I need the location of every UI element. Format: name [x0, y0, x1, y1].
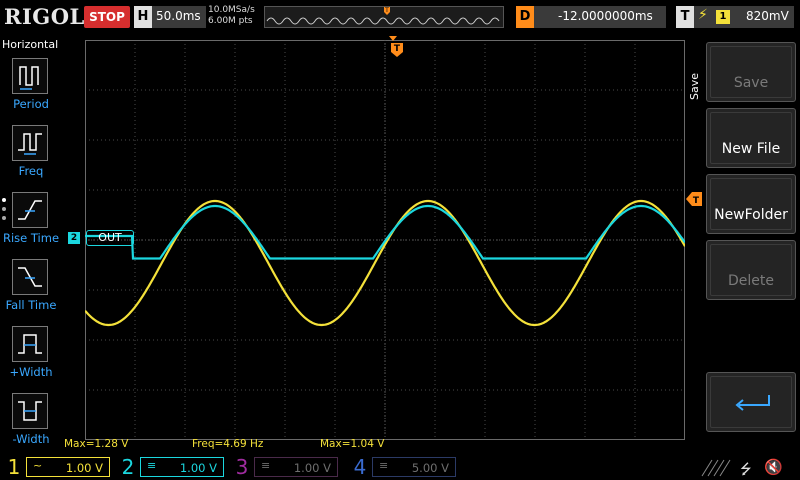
channel2-scale: 1.00 V: [179, 461, 217, 475]
measure-label: Freq: [18, 164, 44, 178]
negative-width-icon: [12, 393, 48, 429]
waveform-display[interactable]: [85, 40, 685, 440]
rising-edge-icon: ⚡: [698, 7, 708, 23]
run-stop-indicator[interactable]: STOP: [84, 6, 130, 28]
memory-waveform-icon: T: [266, 7, 500, 25]
channel3-settings[interactable]: 3 ≡ 1.00 V: [232, 454, 344, 480]
measure-frequency[interactable]: Freq: [0, 125, 62, 185]
channel4-scale: 5.00 V: [411, 461, 449, 475]
panel-title: Horizontal: [2, 38, 59, 51]
timebase-value: 50.0ms: [156, 9, 201, 23]
new-folder-button[interactable]: NewFolder: [706, 174, 796, 234]
positive-width-icon: [12, 326, 48, 362]
new-folder-button-label: NewFolder: [714, 207, 788, 223]
channel2-offset-marker[interactable]: 2 OUT: [68, 230, 136, 246]
trigger-box[interactable]: T ⚡ 1 820mV: [676, 6, 794, 28]
measurement-readouts: Max=1.28 V Freq=4.69 Hz Max=1.04 V: [62, 438, 702, 452]
measure-rise-time[interactable]: Rise Time: [0, 192, 62, 252]
rise-time-icon: [12, 192, 48, 228]
channel2-label: OUT: [86, 230, 134, 246]
acquisition-info: 10.0MSa/s 6.00M pts: [208, 5, 255, 27]
timebase-box[interactable]: H 50.0ms: [134, 6, 206, 28]
channel2-number: 2: [121, 455, 135, 479]
return-button[interactable]: [706, 372, 796, 432]
sample-rate: 10.0MSa/s: [208, 5, 255, 15]
stripe-decoration-icon: [701, 459, 731, 477]
delay-key-label: D: [516, 6, 534, 28]
channel4-number: 4: [353, 455, 367, 479]
frequency-readout: Freq=4.69 Hz: [192, 438, 264, 450]
measure-negative-width[interactable]: -Width: [0, 393, 62, 453]
trigger-source: 1: [716, 10, 730, 24]
channel2-settings[interactable]: 2 ≡ 1.00 V: [118, 454, 230, 480]
channel1-scale: 1.00 V: [65, 461, 103, 475]
trigger-level: 820mV: [746, 9, 789, 23]
trigger-time-marker[interactable]: T: [388, 36, 406, 58]
measure-period[interactable]: Period: [0, 58, 62, 118]
new-file-button-label: New File: [721, 141, 781, 157]
save-button-label: Save: [733, 75, 769, 91]
brand-logo: RIGOL: [4, 4, 85, 29]
measure-label: Period: [13, 97, 49, 111]
horizontal-key-label: H: [134, 6, 152, 28]
measure-panel: Horizontal Period Freq Rise Time Fall Ti…: [0, 36, 62, 454]
usb-icon: ⭍: [740, 462, 752, 478]
ch1-max-readout: Max=1.28 V: [64, 438, 129, 450]
svg-text:T: T: [394, 44, 401, 54]
new-file-button[interactable]: New File: [706, 108, 796, 168]
delete-button-label: Delete: [728, 273, 774, 289]
trigger-key-label: T: [676, 6, 694, 28]
trigger-delay-value: -12.0000000ms: [558, 9, 653, 23]
channel4-settings[interactable]: 4 ≡ 5.00 V: [350, 454, 462, 480]
speaker-muted-icon[interactable]: 🔇: [764, 458, 783, 476]
channel1-settings[interactable]: 1 ~ 1.00 V: [4, 454, 116, 480]
memory-depth: 6.00M pts: [208, 16, 253, 26]
status-bar: RIGOL STOP H 50.0ms 10.0MSa/s 6.00M pts …: [0, 0, 800, 34]
period-icon: [12, 58, 48, 94]
frequency-icon: [12, 125, 48, 161]
measure-label: +Width: [9, 365, 53, 379]
measure-label: Rise Time: [2, 231, 60, 245]
return-arrow-icon: [735, 395, 770, 411]
measure-fall-time[interactable]: Fall Time: [0, 259, 62, 319]
fall-time-icon: [12, 259, 48, 295]
save-button[interactable]: Save: [706, 42, 796, 102]
delete-button[interactable]: Delete: [706, 240, 796, 300]
menu-title: Save: [688, 72, 701, 100]
channel1-number: 1: [7, 455, 21, 479]
softkey-menu: Save Save New File NewFolder Delete: [686, 40, 800, 452]
svg-text:T: T: [384, 7, 389, 14]
dc-coupling-icon: ≡: [261, 459, 271, 472]
trigger-delay-box[interactable]: D -12.0000000ms: [516, 6, 666, 28]
ac-coupling-icon: ~: [33, 459, 43, 472]
memory-overview-strip: T: [264, 6, 504, 28]
dc-coupling-icon: ≡: [147, 459, 157, 472]
channel3-number: 3: [235, 455, 249, 479]
channel3-scale: 1.00 V: [293, 461, 331, 475]
measure-label: -Width: [12, 432, 50, 446]
measure-label: Fall Time: [5, 298, 57, 312]
dc-coupling-icon: ≡: [379, 459, 389, 472]
ch2-max-readout: Max=1.04 V: [320, 438, 385, 450]
channel2-number-badge: 2: [68, 232, 80, 244]
measure-positive-width[interactable]: +Width: [0, 326, 62, 386]
channel-bar: 1 ~ 1.00 V 2 ≡ 1.00 V 3 ≡ 1.00 V 4 ≡ 5.0…: [0, 454, 800, 480]
